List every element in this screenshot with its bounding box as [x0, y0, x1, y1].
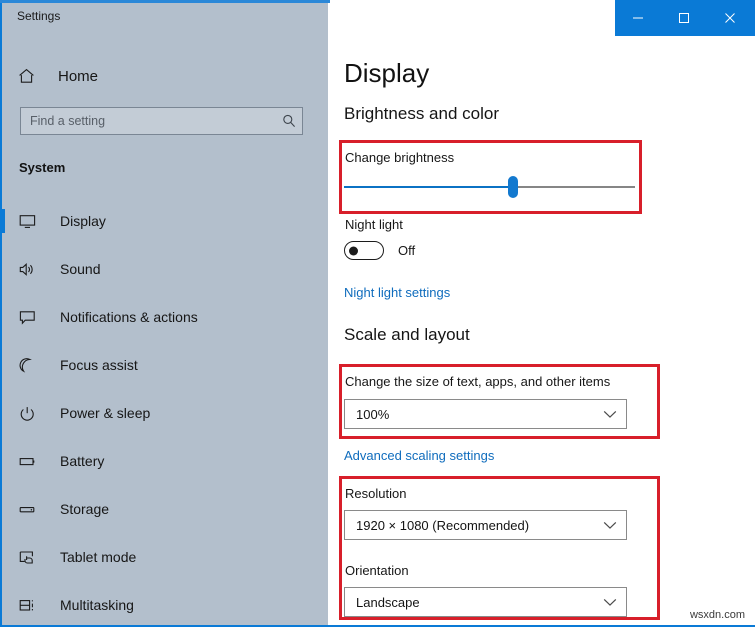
chevron-down-icon	[603, 521, 617, 530]
sidebar-item-label: Tablet mode	[60, 549, 137, 565]
brightness-slider[interactable]	[344, 176, 635, 198]
search-input[interactable]	[30, 114, 282, 128]
sidebar-item-focus-assist[interactable]: Focus assist	[2, 341, 328, 389]
power-icon	[19, 406, 47, 421]
minimize-button[interactable]	[615, 0, 661, 36]
speaker-icon	[19, 262, 47, 277]
close-button[interactable]	[707, 0, 753, 36]
slider-fill	[344, 186, 513, 188]
app-title: Settings	[17, 9, 61, 23]
sidebar-item-label: Notifications & actions	[60, 309, 198, 325]
scale-dropdown-value: 100%	[356, 406, 390, 422]
sidebar-item-label: Multitasking	[60, 597, 134, 613]
night-light-toggle-row[interactable]: Off	[344, 241, 415, 260]
change-brightness-label: Change brightness	[345, 150, 455, 165]
sidebar-item-home[interactable]: Home	[18, 62, 98, 90]
window-controls	[615, 0, 755, 36]
advanced-scaling-settings-link[interactable]: Advanced scaling settings	[344, 448, 494, 463]
sidebar-section-label: System	[19, 160, 66, 175]
monitor-icon	[19, 214, 47, 229]
scale-group-title: Scale and layout	[344, 325, 470, 344]
sidebar-item-tablet-mode[interactable]: Tablet mode	[2, 533, 328, 581]
tablet-hand-icon	[19, 550, 47, 565]
night-light-settings-link[interactable]: Night light settings	[344, 285, 450, 300]
sidebar-item-label: Power & sleep	[60, 405, 151, 421]
sidebar-item-power-sleep[interactable]: Power & sleep	[2, 389, 328, 437]
window-border-top	[0, 0, 330, 3]
sidebar-item-label: Storage	[60, 501, 110, 517]
home-icon	[18, 68, 44, 84]
main-content: Display Brightness and color Change brig…	[328, 36, 755, 627]
sidebar-item-label: Battery	[60, 453, 105, 469]
night-light-label: Night light	[345, 217, 403, 232]
drive-icon	[19, 502, 47, 517]
settings-window: Home System Display	[0, 0, 755, 627]
maximize-button[interactable]	[661, 0, 707, 36]
slider-thumb[interactable]	[507, 176, 518, 198]
sidebar-item-display[interactable]: Display	[2, 197, 328, 245]
chevron-down-icon	[603, 598, 617, 607]
battery-icon	[19, 454, 47, 469]
search-icon[interactable]	[282, 114, 296, 128]
orientation-dropdown-value: Landscape	[356, 594, 420, 610]
multitask-icon	[19, 598, 47, 613]
night-light-state: Off	[398, 243, 416, 258]
night-light-toggle[interactable]	[344, 241, 384, 260]
resolution-dropdown[interactable]: 1920 × 1080 (Recommended)	[344, 510, 627, 540]
scale-dropdown[interactable]: 100%	[344, 399, 627, 429]
sidebar-item-multitasking[interactable]: Multitasking	[2, 581, 328, 627]
sidebar-nav-list: Display Sound Notifications & actions Fo…	[2, 197, 328, 627]
sidebar-home-label: Home	[58, 67, 99, 85]
sidebar: Home System Display	[2, 3, 328, 625]
orientation-dropdown[interactable]: Landscape	[344, 587, 627, 617]
search-box[interactable]	[20, 107, 303, 135]
sidebar-item-battery[interactable]: Battery	[2, 437, 328, 485]
sidebar-item-label: Focus assist	[60, 357, 138, 373]
sidebar-item-label: Display	[60, 213, 106, 229]
orientation-label: Orientation	[345, 563, 409, 578]
sidebar-item-sound[interactable]: Sound	[2, 245, 328, 293]
chevron-down-icon	[603, 410, 617, 419]
brightness-group-title: Brightness and color	[344, 104, 499, 123]
resolution-label: Resolution	[345, 486, 407, 501]
notification-icon	[19, 310, 47, 325]
scale-size-label: Change the size of text, apps, and other…	[345, 374, 611, 389]
moon-icon	[19, 357, 47, 373]
sidebar-item-label: Sound	[60, 261, 101, 277]
sidebar-item-notifications[interactable]: Notifications & actions	[2, 293, 328, 341]
toggle-knob	[349, 246, 358, 255]
watermark: wsxdn.com	[689, 609, 745, 621]
resolution-dropdown-value: 1920 × 1080 (Recommended)	[356, 517, 530, 533]
sidebar-item-storage[interactable]: Storage	[2, 485, 328, 533]
window-border-left	[0, 0, 2, 627]
page-title: Display	[344, 58, 430, 88]
